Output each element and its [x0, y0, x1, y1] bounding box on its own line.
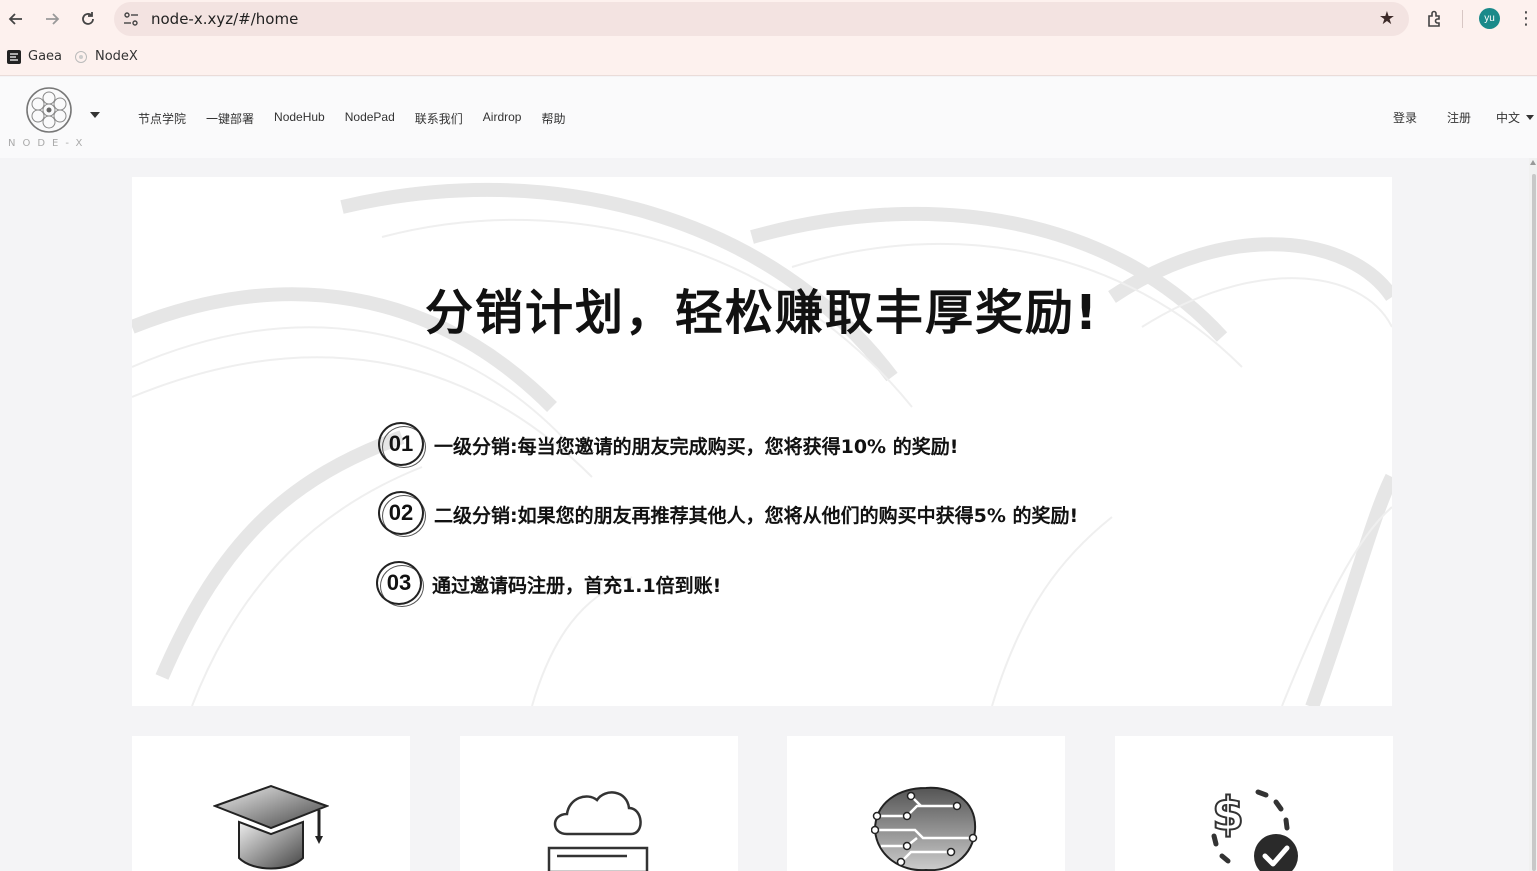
- nav-nodepad[interactable]: NodePad: [345, 110, 395, 127]
- dollar-check-icon: $: [1211, 786, 1298, 871]
- step-invite-code: 03 通过邀请码注册，首充1.1倍到账!: [376, 561, 721, 607]
- logo-wordmark: NODE-X: [8, 138, 90, 149]
- bookmark-label: Gaea: [28, 49, 63, 64]
- bookmarks-bar: Gaea NodeX: [0, 38, 1537, 76]
- circuit-brain-icon: [871, 786, 978, 871]
- profile-avatar[interactable]: yu: [1479, 8, 1500, 29]
- step-number-badge: 03: [376, 561, 424, 607]
- referral-banner: 分销计划，轻松赚取丰厚奖励! 01 一级分销:每当您邀请的朋友完成购买，您将获得…: [132, 177, 1392, 706]
- browser-toolbar: node-x.xyz/#/home ★ yu ⋮: [0, 0, 1537, 38]
- logo-dropdown-caret-icon[interactable]: [90, 112, 100, 118]
- feature-card-nodehub[interactable]: [787, 736, 1065, 871]
- step-text: 二级分销:如果您的朋友再推荐其他人，您将从他们的购买中获得5% 的奖励!: [434, 504, 1079, 527]
- nav-one-click-deploy[interactable]: 一键部署: [206, 110, 254, 127]
- nav-node-academy[interactable]: 节点学院: [138, 110, 186, 127]
- step-number-badge: 01: [378, 422, 426, 468]
- back-icon[interactable]: [5, 8, 27, 30]
- scrollbar-thumb[interactable]: [1532, 174, 1536, 871]
- forward-icon[interactable]: [41, 8, 63, 30]
- step-level-two: 02 二级分销:如果您的朋友再推荐其他人，您将从他们的购买中获得5% 的奖励!: [378, 491, 1078, 537]
- address-bar[interactable]: node-x.xyz/#/home ★: [114, 2, 1409, 36]
- step-text: 一级分销:每当您邀请的朋友完成购买，您将获得10% 的奖励!: [434, 435, 959, 458]
- login-link[interactable]: 登录: [1393, 109, 1417, 126]
- gaea-favicon-icon: [7, 49, 21, 64]
- feature-card-deploy[interactable]: [460, 736, 738, 871]
- nodex-logo-icon[interactable]: [24, 85, 74, 135]
- scroll-up-arrow-icon[interactable]: [1530, 160, 1536, 165]
- step-text: 通过邀请码注册，首充1.1倍到账!: [432, 574, 722, 597]
- language-caret-icon[interactable]: [1526, 115, 1534, 120]
- graduation-cap-icon: [213, 784, 329, 870]
- language-selector[interactable]: 中文: [1496, 109, 1520, 126]
- nav-nodehub[interactable]: NodeHub: [274, 110, 325, 127]
- reload-icon[interactable]: [77, 8, 99, 30]
- feature-card-rewards[interactable]: $: [1115, 736, 1393, 871]
- nav-contact-us[interactable]: 联系我们: [415, 110, 463, 127]
- url-text[interactable]: node-x.xyz/#/home: [151, 10, 298, 28]
- register-link[interactable]: 注册: [1447, 109, 1471, 126]
- main-nav: 节点学院 一键部署 NodeHub NodePad 联系我们 Airdrop 帮…: [138, 110, 586, 127]
- bookmark-nodex[interactable]: NodeX: [74, 49, 138, 64]
- site-header: NODE-X 节点学院 一键部署 NodeHub NodePad 联系我们 Ai…: [0, 77, 1537, 158]
- bookmark-gaea[interactable]: Gaea: [7, 49, 62, 64]
- site-settings-icon[interactable]: [122, 10, 140, 28]
- step-number-badge: 02: [378, 491, 426, 537]
- toolbar-divider: [1462, 10, 1463, 28]
- nav-airdrop[interactable]: Airdrop: [483, 110, 522, 127]
- cloud-server-icon: [547, 791, 649, 871]
- bookmark-label: NodeX: [95, 49, 138, 64]
- svg-text:$: $: [1212, 787, 1244, 841]
- bookmark-star-icon[interactable]: ★: [1379, 8, 1395, 29]
- nodex-favicon-icon: [75, 50, 87, 63]
- extensions-icon[interactable]: [1424, 8, 1446, 30]
- browser-menu-icon[interactable]: ⋮: [1517, 8, 1535, 30]
- banner-title: 分销计划，轻松赚取丰厚奖励!: [425, 285, 1099, 341]
- nav-help[interactable]: 帮助: [541, 110, 565, 127]
- step-level-one: 01 一级分销:每当您邀请的朋友完成购买，您将获得10% 的奖励!: [378, 422, 958, 468]
- feature-card-academy[interactable]: [132, 736, 410, 871]
